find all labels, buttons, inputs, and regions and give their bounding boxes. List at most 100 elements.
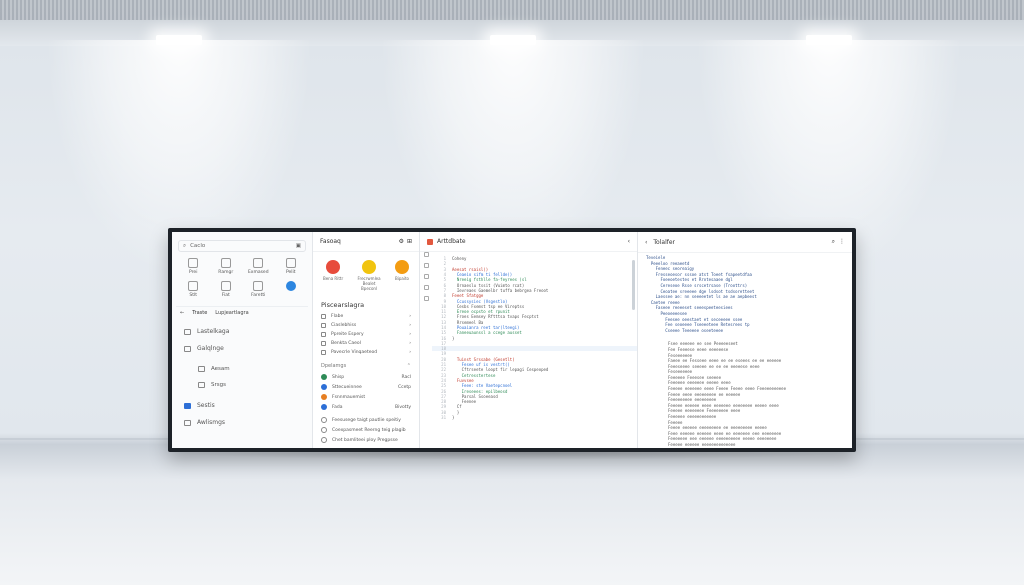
line-number: 9 [443,298,446,304]
code-text: Faneeuaunssl a ccege ausset [452,330,522,336]
settings-icon[interactable]: ⚙ [399,238,404,245]
icon-grid: Prei Ramgr Exmased Pelit Stlt Fiat Faretti [172,258,312,298]
nav-item-icon [184,419,191,426]
nav-item[interactable]: Lastelkaga [172,323,312,340]
status-dot-icon [321,374,327,380]
back-arrow-icon[interactable]: ← [180,310,184,316]
settings-item[interactable]: Ciaslebhiss › [313,321,419,330]
nav-item[interactable]: Sestis [172,397,312,414]
nav-item-label: Srsgs [211,382,226,388]
section-subtitle: Dpelamgs ⌃ [313,357,419,372]
grid-view-icon[interactable]: ⊞ [407,238,412,245]
settings-item-label: Benkta Caeol [331,341,361,346]
code-text: Cftrseete loopt fir lepagi Cespeoped [452,367,549,373]
radio-option[interactable]: Feesusege taigt pautlie speitiy [313,415,419,425]
nav-item[interactable]: Galqlnge [172,340,312,357]
status-dot-icon [321,394,327,400]
item-icon [321,332,326,337]
code-text: Cf [452,404,462,410]
line-number: 23 [441,372,446,378]
nav-list: Lastelkaga Galqlnge Aesam Srsgs Sestis Awlism… [172,323,312,431]
grid-item[interactable]: Pelit [276,258,307,275]
line-number: 3 [443,266,446,272]
back-icon[interactable]: ‹ [645,239,647,246]
blue-circle-icon [285,281,296,291]
document-icon [285,258,296,268]
line-number: 11 [441,309,446,315]
scrollbar[interactable] [632,260,635,310]
nav-item[interactable]: Aesam [172,361,312,377]
settings-item-label: Flabe [331,314,344,319]
settings-item[interactable]: Pavecrle Vinqaeteod › [313,348,419,357]
nav-item[interactable]: Srsgs [172,377,312,393]
line-number: 29 [441,404,446,410]
settings-item[interactable]: Ppreite Espery › [313,330,419,339]
branch-icon[interactable] [424,274,429,279]
code-text: Tuinst Srssabe (Gesetlt) [452,356,515,362]
grid-item[interactable] [276,281,307,298]
pane-header: Fasoaq ⚙ ⊞ [313,232,419,252]
more-icon[interactable]: ⋮ [839,238,845,246]
grid-item[interactable]: Stlt [178,281,209,298]
status-item[interactable]: Sttecueinnee Ccetp [313,382,419,392]
grid-item[interactable]: Ramgr [211,258,242,275]
chevron-up-icon[interactable]: ⌃ [407,363,411,369]
radio-option[interactable]: Coexpasmeet Reerng teig plagib [313,425,419,435]
nav-item[interactable]: Awlismgs [172,414,312,431]
code-text: Fesee uf is vestrt() [452,362,510,368]
section-subtitle-label: Dpelamgs [321,363,347,369]
search-icon[interactable] [424,263,429,268]
grid-item[interactable]: Faretti [243,281,274,298]
line-number: 16 [441,335,446,341]
app-icon-item[interactable]: Bena Rittr [323,260,343,291]
line-number: 7 [443,287,446,293]
search-input[interactable]: Caclo [190,243,292,249]
code-text: Cesbs Fxemst tsp ee Vireptss [452,303,525,309]
grid-item-label: Pelit [285,270,296,275]
status-item[interactable]: Fada Bivotty [313,402,419,412]
nav-item-label: Galqlnge [197,345,224,352]
radio-option[interactable]: Chet bamliteei ploy Pregpsse [313,435,419,445]
status-dot-icon [321,384,327,390]
tab-item[interactable]: Traste [192,310,207,316]
line-number: 24 [441,377,446,383]
app-icon-item[interactable]: Bipaito [395,260,410,291]
status-item-value: Ccetp [397,384,411,390]
grid-item[interactable]: Prei [178,258,209,275]
code-text: Fuvvsee [452,377,474,383]
line-number: 22 [441,367,446,373]
app-label: Bipaito [395,276,409,281]
grid-item[interactable]: Fiat [211,281,242,298]
status-item[interactable]: Fsnnmauemist [313,392,419,402]
code-text: Aeesat rsaisl() [452,266,489,272]
code-text: Feee: ste Vaetepcnoel [452,383,513,389]
grid-item-label: Faretti [251,293,266,298]
code-text: Ireseees: epilbeosd [452,388,508,394]
pin-icon [220,258,231,268]
search-icon[interactable]: ⌕ [832,238,835,246]
files-icon[interactable] [424,252,429,257]
code-text: Cetresstertese [452,372,496,378]
nav-item-icon [184,345,191,352]
search-bar[interactable]: ⌕ Caclo ▣ [178,240,306,252]
app-icon-item[interactable]: Frecrwmlea Bealet Bpeconl [355,260,383,291]
grid-item[interactable]: Exmased [243,258,274,275]
close-icon[interactable]: ‹ [628,238,630,245]
settings-item[interactable]: Benkta Caeol › [313,339,419,348]
code-area[interactable]: 1 Coheny 2 3 Aeesat rsaisl() 4 Ceaeio sifm ti… [420,252,637,424]
nav-item-icon [184,328,191,335]
status-item[interactable]: Shisp Racl [313,372,419,382]
item-icon [321,323,326,328]
radio-option-label: Feesusege taigt pautlie speitiy [332,417,401,423]
line-number: 6 [443,282,446,288]
ceiling-grille [0,0,1024,20]
radio-icon [321,417,327,423]
code-text: Feeet Sfatgge [452,293,484,299]
tab-item[interactable]: Lupjeartlagra [215,310,248,316]
code-text: Ceaeio sifm ti fellde() [452,272,513,278]
code-text: Pouaianra reet tar(lteegi) [452,325,520,330]
debug-icon[interactable] [424,285,429,290]
settings-item[interactable]: Flabe › [313,312,419,321]
house-icon [188,281,199,291]
extensions-icon[interactable] [424,296,429,301]
